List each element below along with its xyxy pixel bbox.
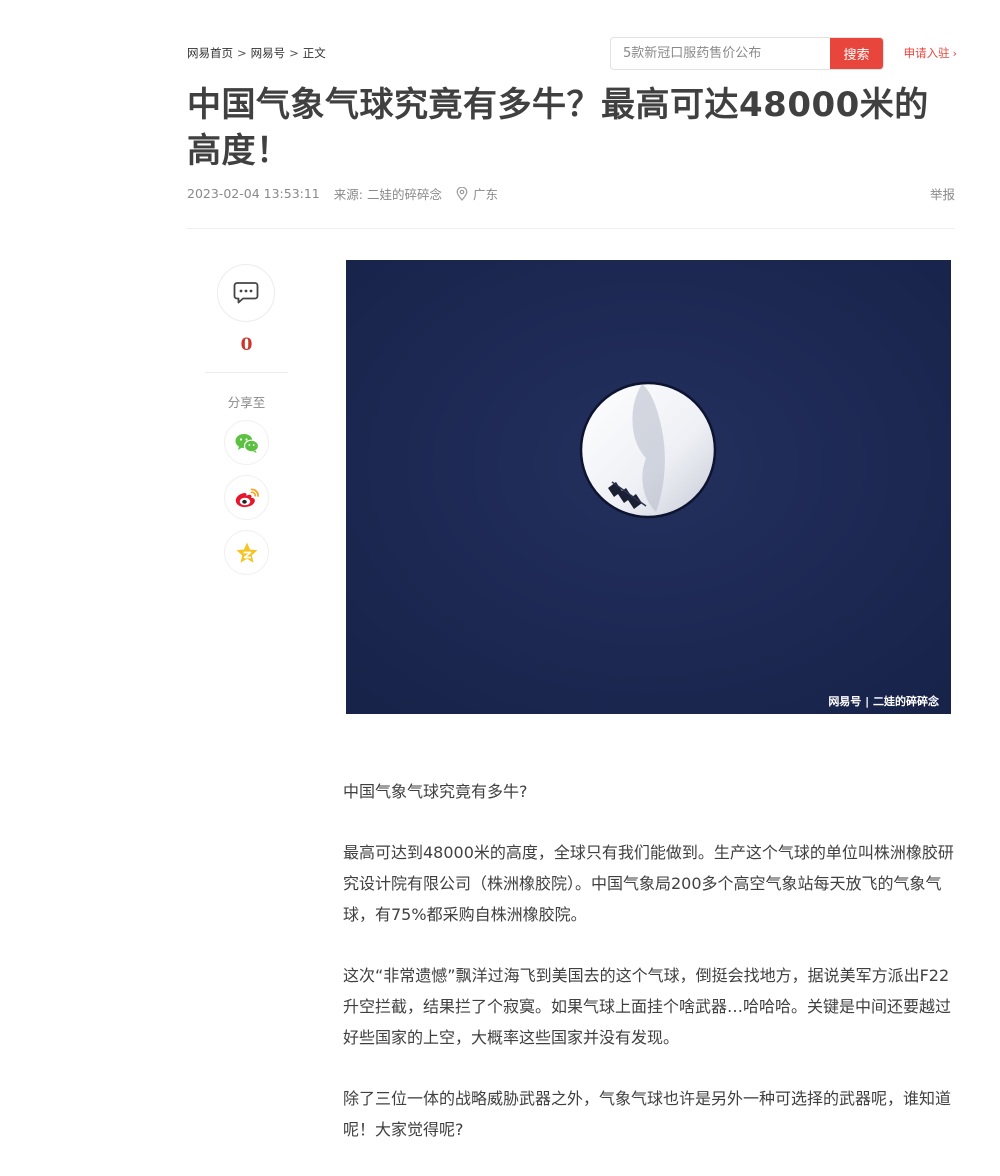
breadcrumb-home-link[interactable]: 网易首页	[187, 46, 233, 60]
location-pin-icon	[456, 186, 468, 201]
apply-join-label: 申请入驻	[903, 46, 950, 60]
header-divider	[187, 228, 955, 229]
share-wechat-button[interactable]	[224, 420, 269, 465]
article-paragraph: 最高可达到48000米的高度，全球只有我们能做到。生产这个气球的单位叫株洲橡胶研…	[343, 843, 954, 924]
apply-join-link[interactable]: 申请入驻 ›	[904, 45, 957, 61]
breadcrumb-separator: >	[237, 46, 247, 60]
search-input[interactable]	[611, 38, 831, 69]
share-weibo-button[interactable]	[224, 475, 269, 520]
report-link[interactable]: 举报	[930, 184, 955, 203]
search-box: 搜索	[610, 37, 884, 70]
article-paragraph: 除了三位一体的战略威胁武器之外，气象气球也许是另外一种可选择的武器呢，谁知道呢！…	[343, 1089, 952, 1139]
qzone-icon	[236, 542, 257, 563]
comment-button[interactable]	[217, 264, 275, 322]
weather-balloon-photo	[346, 260, 951, 714]
article-body: 中国气象气球究竟有多牛? 最高可达到48000米的高度，全球只有我们能做到。生产…	[343, 776, 957, 1175]
comment-icon	[233, 282, 259, 304]
breadcrumb: 网易首页 > 网易号 > 正文	[187, 45, 326, 61]
article-paragraph: 中国气象气球究竟有多牛?	[343, 782, 528, 801]
search-button[interactable]: 搜索	[830, 38, 883, 69]
article-source[interactable]: 来源: 二娃的碎碎念	[334, 184, 442, 203]
location-label: 广东	[472, 187, 498, 202]
article-title: 中国气象气球究竟有多牛？最高可达48000米的高度！	[187, 85, 929, 171]
wechat-icon	[235, 433, 259, 453]
article-meta: 2023-02-04 13:53:11 来源: 二娃的碎碎念 广东	[187, 184, 498, 203]
chevron-right-icon: ›	[952, 47, 957, 60]
breadcrumb-current: 正文	[302, 46, 326, 60]
breadcrumb-separator: >	[289, 46, 299, 60]
comment-count[interactable]: 0	[205, 335, 288, 355]
article-image: 网易号 | 二娃的碎碎念	[346, 260, 951, 714]
weibo-icon	[235, 488, 259, 507]
article-location: 广东	[456, 184, 498, 203]
article-paragraph: 这次“非常遗憾”飘洋过海飞到美国去的这个气球，倒挺会找地方，据说美军方派出F22…	[343, 966, 952, 1047]
share-qzone-button[interactable]	[224, 530, 269, 575]
breadcrumb-section-link[interactable]: 网易号	[251, 46, 286, 60]
sidebar-divider	[205, 372, 288, 373]
image-watermark: 网易号 | 二娃的碎碎念	[828, 695, 939, 708]
share-label: 分享至	[227, 395, 266, 410]
top-bar: 网易首页>网易号>正文 搜索 申请入驻›	[187, 36, 957, 70]
publish-datetime: 2023-02-04 13:53:11	[187, 186, 320, 201]
